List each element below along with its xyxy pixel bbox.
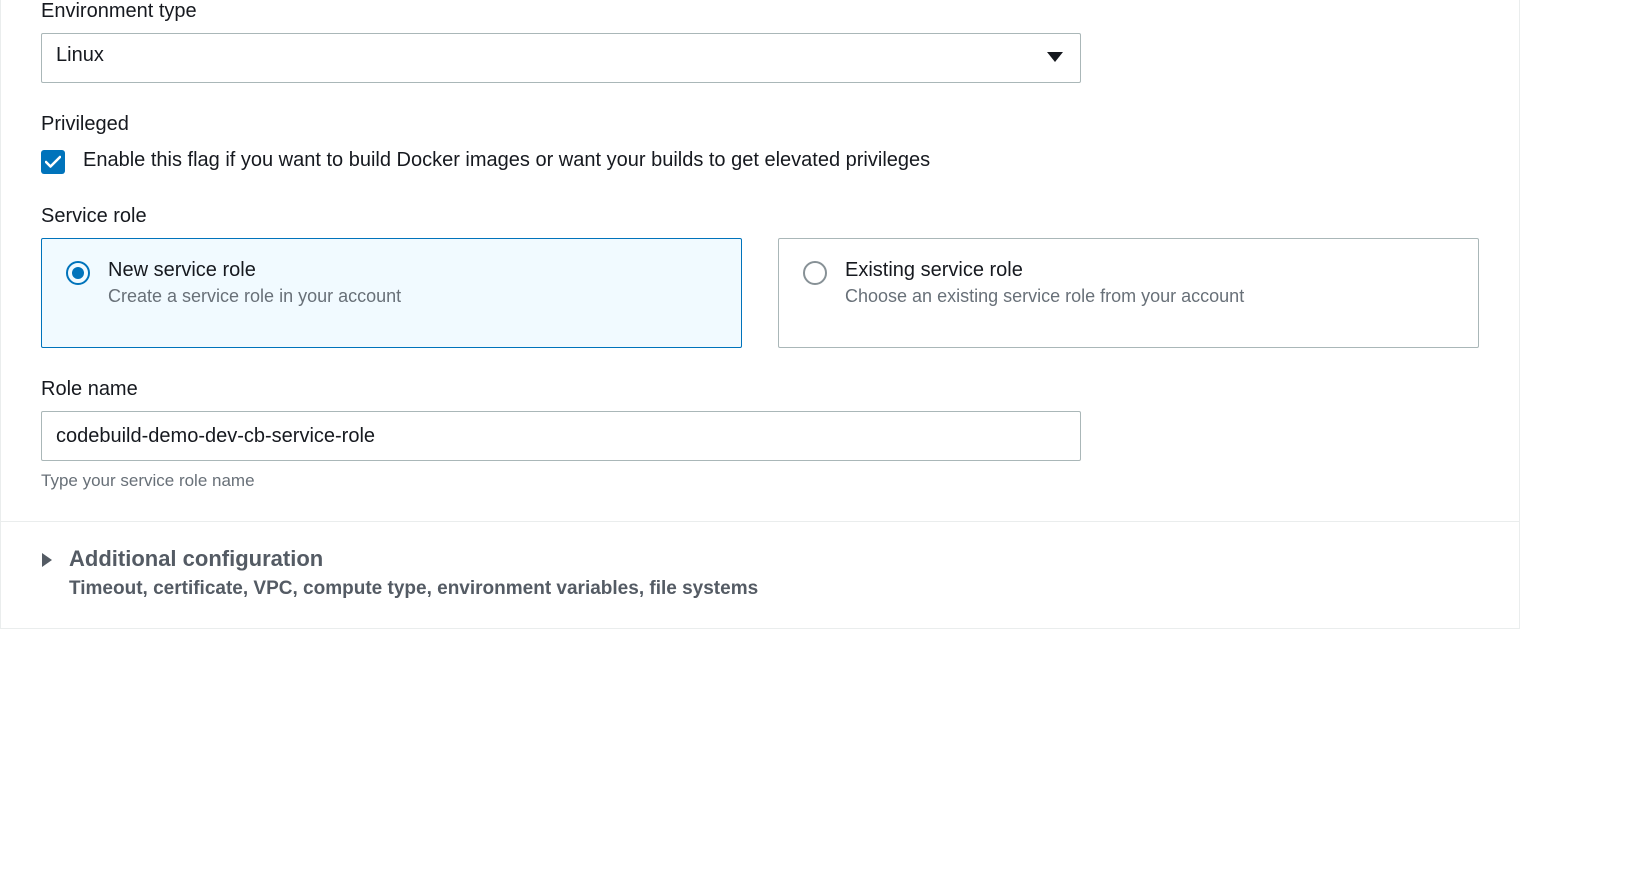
additional-config-description: Timeout, certificate, VPC, compute type,… xyxy=(69,578,758,600)
radio-description: Create a service role in your account xyxy=(108,286,717,307)
privileged-checkbox-row: Enable this flag if you want to build Do… xyxy=(41,146,1041,175)
environment-type-select-wrapper: Linux xyxy=(41,33,1081,83)
radio-indicator xyxy=(803,261,827,285)
radio-title: Existing service role xyxy=(845,259,1454,282)
radio-description: Choose an existing service role from you… xyxy=(845,286,1454,307)
privileged-group: Privileged Enable this flag if you want … xyxy=(41,113,1479,175)
radio-indicator xyxy=(66,261,90,285)
privileged-checkbox-label: Enable this flag if you want to build Do… xyxy=(83,146,930,175)
privileged-checkbox[interactable] xyxy=(41,150,65,174)
radio-new-service-role[interactable]: New service role Create a service role i… xyxy=(41,238,742,348)
role-name-helper: Type your service role name xyxy=(41,471,1479,491)
form-container: Environment type Linux Privileged Enable… xyxy=(0,0,1520,629)
caret-right-icon xyxy=(41,552,53,573)
check-icon xyxy=(45,155,61,169)
additional-configuration-toggle[interactable]: Additional configuration Timeout, certif… xyxy=(41,522,1479,628)
environment-type-label: Environment type xyxy=(41,0,1479,23)
service-role-radio-group: New service role Create a service role i… xyxy=(41,238,1479,348)
radio-title: New service role xyxy=(108,259,717,282)
service-role-label: Service role xyxy=(41,205,1479,228)
radio-dot-icon xyxy=(72,267,84,279)
role-name-group: Role name Type your service role name xyxy=(41,378,1479,491)
role-name-label: Role name xyxy=(41,378,1479,401)
additional-config-title: Additional configuration xyxy=(69,546,758,572)
radio-existing-service-role[interactable]: Existing service role Choose an existing… xyxy=(778,238,1479,348)
radio-text: New service role Create a service role i… xyxy=(108,259,717,307)
privileged-label: Privileged xyxy=(41,113,1479,136)
environment-type-select[interactable]: Linux xyxy=(41,33,1081,83)
environment-type-group: Environment type Linux xyxy=(41,0,1479,83)
radio-text: Existing service role Choose an existing… xyxy=(845,259,1454,307)
service-role-group: Service role New service role Create a s… xyxy=(41,205,1479,348)
role-name-input[interactable] xyxy=(41,411,1081,461)
additional-config-text: Additional configuration Timeout, certif… xyxy=(69,546,758,600)
